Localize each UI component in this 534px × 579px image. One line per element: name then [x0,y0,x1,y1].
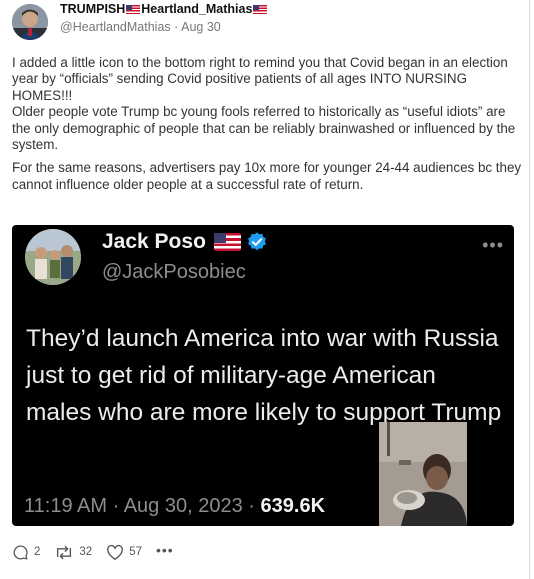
us-flag-icon [126,4,141,14]
post-paragraph: For the same reasons, advertisers pay 10… [12,160,522,192]
author-handle-line: @HeartlandMathias · Aug 30 [60,20,221,34]
author-display-name[interactable]: TRUMPISH Heartland_Mathias [60,2,268,16]
card-divider [529,0,530,579]
embed-time: 11:19 AM [24,495,108,517]
meta-separator: · [174,20,179,34]
post-date[interactable]: Aug 30 [181,20,221,34]
repost-icon [57,545,72,559]
post-actions: 2 32 57 ••• [12,542,188,562]
embed-avatar [25,229,81,285]
reply-button[interactable]: 2 [12,544,40,561]
embed-views: 639.6K [260,495,326,517]
post-paragraph: I added a little icon to the bottom righ… [12,55,508,103]
display-name-prefix: TRUMPISH [60,2,126,16]
us-flag-icon [213,233,241,251]
ellipsis-icon: ••• [156,542,174,558]
heart-icon [107,544,124,560]
repost-button[interactable]: 32 [54,544,92,561]
more-options-button[interactable]: ••• [156,542,174,558]
repost-count: 32 [79,546,93,558]
verified-badge-icon [248,232,266,251]
post-paragraph: Older people vote Trump bc young fools r… [12,104,516,153]
like-count: 57 [129,546,142,558]
post-card: TRUMPISH Heartland_Mathias @HeartlandMat… [0,0,534,579]
author-handle[interactable]: @HeartlandMathias [60,20,171,34]
post-body: I added a little icon to the bottom righ… [12,55,522,193]
embed-date: Aug 30, 2023 [123,495,243,517]
display-name-main: Heartland_Mathias [141,2,253,16]
us-flag-icon [253,4,268,14]
embedded-image[interactable]: Jack Poso @JackPosobiec ••• They’d launc… [12,225,514,526]
embed-handle: @JackPosobiec [102,261,246,283]
like-button[interactable]: 57 [106,544,142,561]
meta-separator: · [112,495,120,517]
embed-name-text: Jack Poso [102,230,206,253]
overlay-photo [379,422,467,526]
author-avatar[interactable] [12,4,48,40]
embed-tweet-text: They’d launch America into war with Russ… [26,325,502,426]
reply-count: 2 [34,546,41,558]
meta-separator: · [248,495,255,517]
embed-author-name: Jack Poso [102,230,268,254]
embed-meta: 11:19 AM · Aug 30, 2023 · 639.6K [24,495,325,518]
ellipsis-icon: ••• [482,235,504,255]
comment-icon [13,544,28,560]
